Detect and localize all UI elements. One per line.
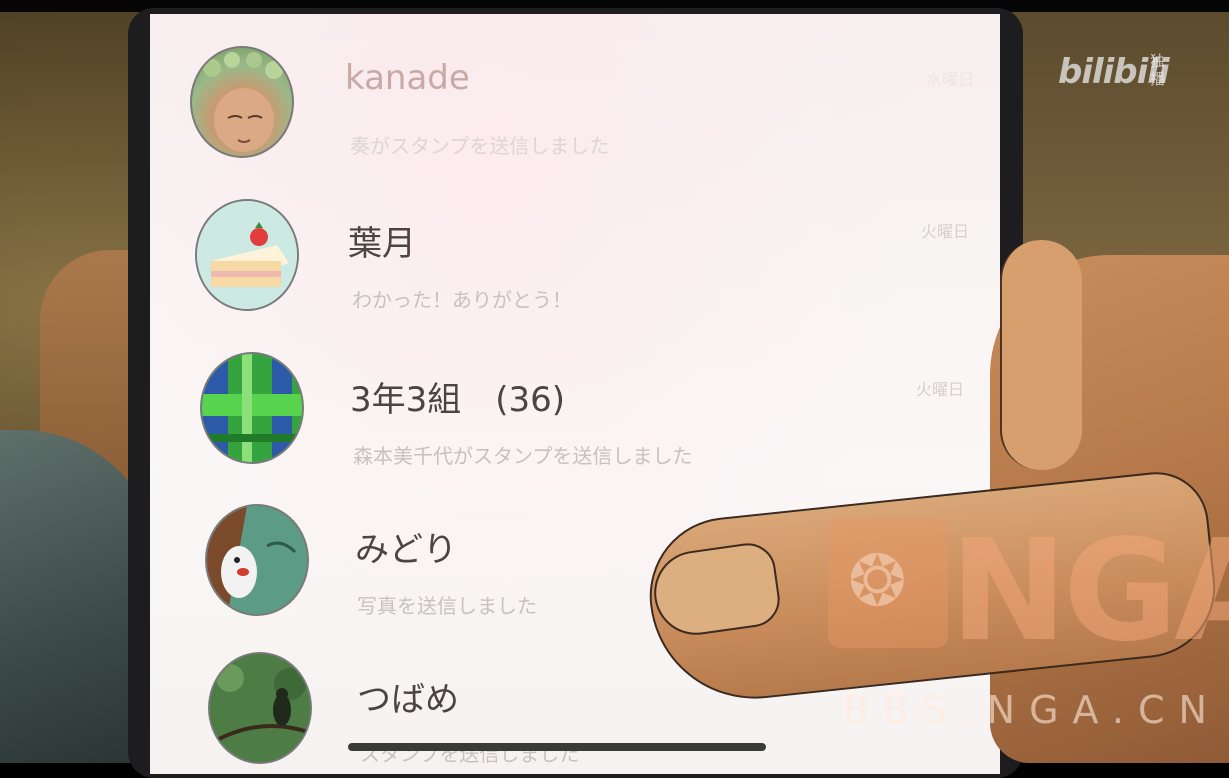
chat-last-message: 写真を送信しました	[357, 594, 537, 618]
chat-name: kanade	[345, 58, 470, 98]
chat-date: 水曜日	[926, 70, 975, 89]
chat-last-message: 森本美千代がスタンプを送信しました	[353, 444, 693, 468]
nga-logo: NGA	[950, 510, 1229, 673]
chat-row-hazuki[interactable]: 葉月 わかった！ありがとう！ 火曜日	[150, 196, 1000, 346]
chat-row-kanade[interactable]: kanade 奏がスタンプを送信しました 水曜日	[150, 28, 1000, 178]
chat-name: つばめ	[357, 680, 459, 720]
chat-date: 火曜日	[916, 380, 965, 399]
paw-icon: ❂	[848, 540, 907, 622]
chat-date: 火曜日	[921, 222, 970, 241]
hand-finger-edge	[1000, 240, 1082, 470]
bilibili-exclusive-tag: 独播	[1150, 52, 1166, 88]
penguin-plush-avatar	[205, 504, 309, 616]
chat-last-message: 奏がスタンプを送信しました	[350, 134, 610, 158]
chat-name: 3年3組 (36)	[350, 380, 566, 420]
bird-on-branch-avatar	[208, 652, 312, 764]
chat-row-class-group[interactable]: 3年3組 (36) 森本美千代がスタンプを送信しました 火曜日	[150, 350, 1000, 500]
nga-url-watermark: BBS.NGA.CN	[843, 688, 1221, 732]
strawberry-shortcake-avatar	[195, 199, 299, 311]
green-plaid-avatar	[200, 352, 304, 464]
chat-name: みどり	[355, 530, 457, 570]
chat-last-message: わかった！ありがとう！	[352, 288, 572, 312]
home-indicator[interactable]	[348, 743, 766, 751]
girl-in-flower-wreath-avatar	[190, 46, 294, 158]
chat-name: 葉月	[348, 224, 416, 264]
